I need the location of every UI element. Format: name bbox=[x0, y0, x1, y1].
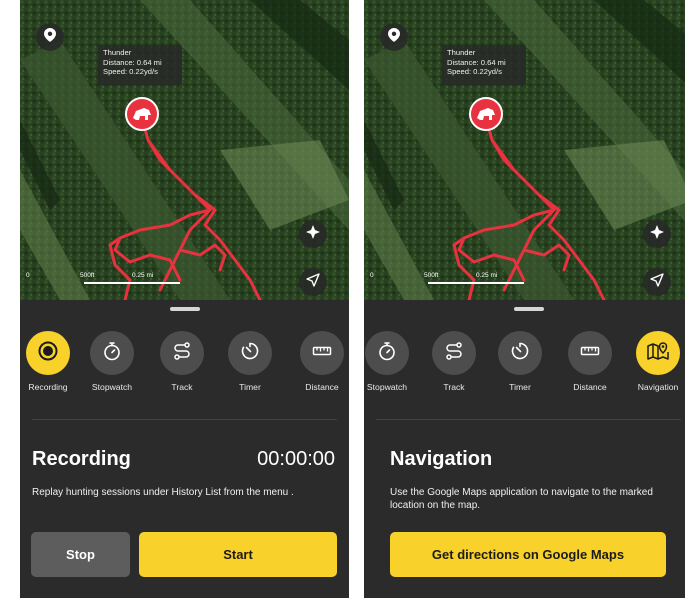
phone-screen-recording: Thunder Distance: 0.64 mi Speed: 0.22yd/… bbox=[20, 0, 349, 598]
stopwatch-icon bbox=[102, 341, 122, 366]
tool-label-timer: Timer bbox=[509, 382, 531, 392]
map-view[interactable]: Thunder Distance: 0.64 mi Speed: 0.22yd/… bbox=[20, 0, 349, 300]
tool-distance[interactable]: Distance bbox=[560, 331, 620, 392]
tool-distance-button[interactable] bbox=[300, 331, 344, 375]
dog-marker-icon[interactable] bbox=[124, 96, 160, 137]
map-pin-button[interactable] bbox=[36, 23, 64, 51]
tool-stopwatch[interactable]: Stopwatch bbox=[82, 331, 142, 392]
bottom-sheet: Recording Stopwatch Track Timer Distance… bbox=[20, 300, 349, 598]
scale-label-zero: 0 bbox=[370, 272, 374, 279]
tool-stopwatch-button[interactable] bbox=[90, 331, 134, 375]
mode-title: Recording bbox=[32, 448, 131, 470]
tool-timer[interactable]: Timer bbox=[490, 331, 550, 392]
animal-speed: Speed: 0.22yd/s bbox=[103, 67, 158, 77]
tool-label-track: Track bbox=[443, 382, 465, 392]
bottom-sheet: Stopwatch Track Timer Distance Navigatio… bbox=[364, 300, 685, 598]
mode-title: Navigation bbox=[390, 448, 493, 470]
tool-stopwatch[interactable]: Stopwatch bbox=[364, 331, 417, 392]
map-layers-button[interactable] bbox=[643, 220, 671, 248]
tool-recording[interactable]: Recording bbox=[20, 331, 78, 392]
animal-distance: Distance: 0.64 mi bbox=[103, 57, 162, 67]
mode-description: Use the Google Maps application to navig… bbox=[390, 487, 653, 511]
locate-me-button[interactable] bbox=[643, 268, 671, 296]
map-layers-button[interactable] bbox=[299, 220, 327, 248]
tool-timer[interactable]: Timer bbox=[220, 331, 280, 392]
compass-rose-icon bbox=[650, 224, 664, 244]
tool-distance[interactable]: Distance bbox=[292, 331, 349, 392]
animal-name: Thunder bbox=[103, 48, 132, 57]
tool-row: Recording Stopwatch Track Timer Distance bbox=[20, 331, 349, 401]
track-icon bbox=[444, 341, 464, 366]
map-view[interactable]: Thunder Distance: 0.64 mi Speed: 0.22yd/… bbox=[364, 0, 685, 300]
stop-button[interactable]: Stop bbox=[31, 532, 130, 577]
tool-timer-button[interactable] bbox=[498, 331, 542, 375]
tool-recording-button[interactable] bbox=[26, 331, 70, 375]
tool-distance-button[interactable] bbox=[568, 331, 612, 375]
sheet-divider bbox=[376, 419, 681, 420]
scale-label-mid: 500ft bbox=[424, 272, 439, 279]
mode-description: Replay hunting sessions under History Li… bbox=[32, 487, 294, 498]
tool-label-navigation: Navigation bbox=[637, 382, 679, 392]
sheet-drag-handle[interactable] bbox=[514, 307, 544, 311]
tool-label-recording: Recording bbox=[28, 382, 68, 392]
phone-screen-navigation: Thunder Distance: 0.64 mi Speed: 0.22yd/… bbox=[364, 0, 685, 598]
map-pin-button[interactable] bbox=[380, 23, 408, 51]
ruler-icon bbox=[312, 341, 332, 366]
tool-row: Stopwatch Track Timer Distance Navigatio… bbox=[364, 331, 685, 401]
scale-label-end: 0.25 mi bbox=[476, 272, 498, 279]
tool-label-distance: Distance bbox=[305, 382, 339, 392]
tool-label-stopwatch: Stopwatch bbox=[91, 382, 133, 392]
map-scale-bar: 0 500ft 0.25 mi bbox=[26, 270, 186, 288]
ruler-icon bbox=[580, 341, 600, 366]
tool-track-button[interactable] bbox=[160, 331, 204, 375]
map-scale-bar: 0 500ft 0.25 mi bbox=[370, 270, 530, 288]
tool-timer-button[interactable] bbox=[228, 331, 272, 375]
tool-track-button[interactable] bbox=[432, 331, 476, 375]
timer-icon bbox=[240, 341, 260, 366]
scale-line bbox=[84, 282, 180, 284]
track-icon bbox=[172, 341, 192, 366]
navigation-arrow-icon bbox=[650, 272, 664, 292]
tool-label-distance: Distance bbox=[573, 382, 607, 392]
tool-label-stopwatch: Stopwatch bbox=[366, 382, 408, 392]
map-pin-icon bbox=[647, 341, 669, 366]
locate-me-button[interactable] bbox=[299, 268, 327, 296]
compass-rose-icon bbox=[306, 224, 320, 244]
google-maps-directions-button[interactable]: Get directions on Google Maps bbox=[390, 532, 666, 577]
start-button[interactable]: Start bbox=[139, 532, 337, 577]
location-pin-icon bbox=[44, 27, 56, 47]
tool-track[interactable]: Track bbox=[424, 331, 484, 392]
scale-label-end: 0.25 mi bbox=[132, 272, 154, 279]
animal-info-box: Thunder Distance: 0.64 mi Speed: 0.22yd/… bbox=[98, 45, 182, 85]
scale-line bbox=[428, 282, 524, 284]
sheet-divider bbox=[32, 419, 337, 420]
tool-label-timer: Timer bbox=[239, 382, 261, 392]
animal-name: Thunder bbox=[447, 48, 476, 57]
animal-info-box: Thunder Distance: 0.64 mi Speed: 0.22yd/… bbox=[442, 45, 526, 85]
tool-label-track: Track bbox=[171, 382, 193, 392]
record-icon bbox=[38, 341, 58, 366]
tool-stopwatch-button[interactable] bbox=[365, 331, 409, 375]
navigation-arrow-icon bbox=[306, 272, 320, 292]
scale-label-zero: 0 bbox=[26, 272, 30, 279]
tool-navigation-button[interactable] bbox=[636, 331, 680, 375]
tool-track[interactable]: Track bbox=[152, 331, 212, 392]
stopwatch-icon bbox=[377, 341, 397, 366]
animal-speed: Speed: 0.22yd/s bbox=[447, 67, 502, 77]
elapsed-time: 00:00:00 bbox=[257, 448, 335, 470]
tool-navigation[interactable]: Navigation bbox=[628, 331, 685, 392]
timer-icon bbox=[510, 341, 530, 366]
scale-label-mid: 500ft bbox=[80, 272, 95, 279]
sheet-drag-handle[interactable] bbox=[170, 307, 200, 311]
satellite-map bbox=[20, 0, 349, 300]
dog-marker-icon[interactable] bbox=[468, 96, 504, 137]
location-pin-icon bbox=[388, 27, 400, 47]
animal-distance: Distance: 0.64 mi bbox=[447, 57, 506, 67]
